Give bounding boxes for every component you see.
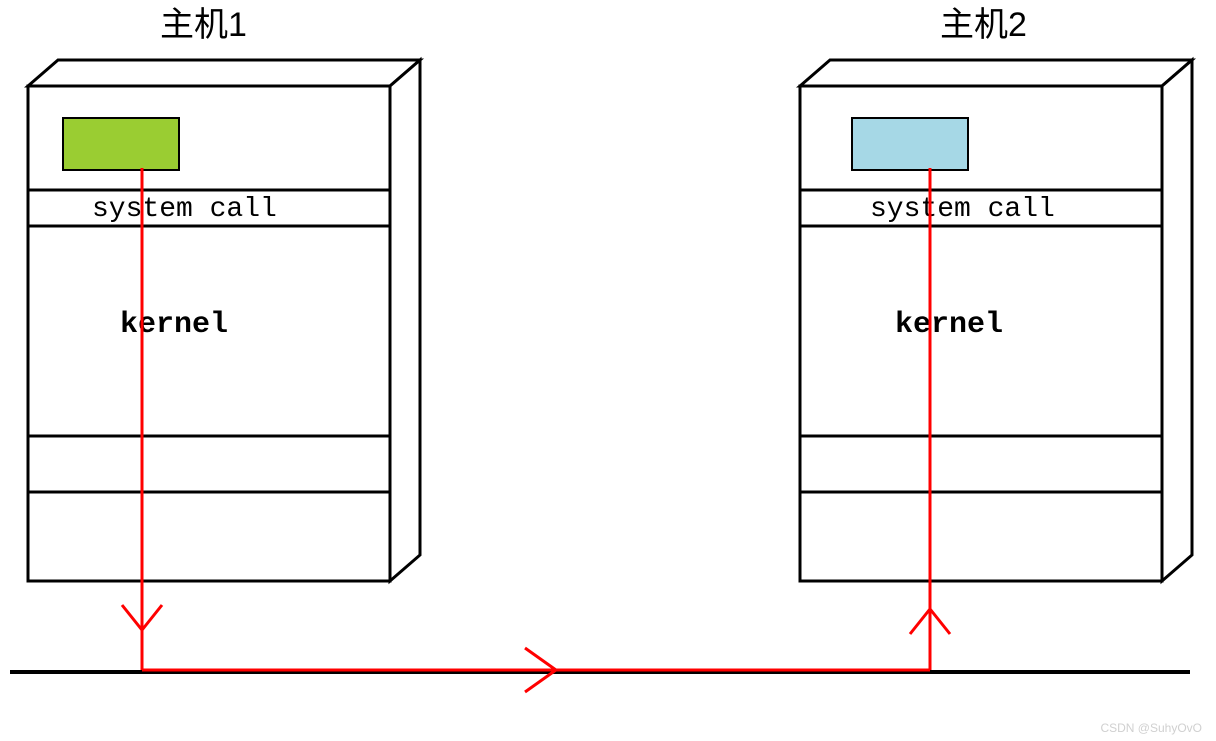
host2-process-block — [852, 118, 968, 170]
host1-process-block — [63, 118, 179, 170]
host2-syscall-label: system call — [870, 194, 1055, 225]
host2-title: 主机2 — [940, 6, 1027, 44]
watermark-text: CSDN @SuhyOvO — [1100, 721, 1202, 735]
host2-box: system call kernel — [800, 60, 1192, 581]
host1-kernel-label: kernel — [120, 308, 228, 342]
host1-box: system call kernel — [28, 60, 420, 581]
host1-syscall-label: system call — [92, 194, 277, 225]
host1-title: 主机1 — [160, 6, 247, 44]
host2-kernel-label: kernel — [895, 308, 1003, 342]
diagram-canvas: 主机1 主机2 system call kernel system call — [0, 0, 1216, 741]
